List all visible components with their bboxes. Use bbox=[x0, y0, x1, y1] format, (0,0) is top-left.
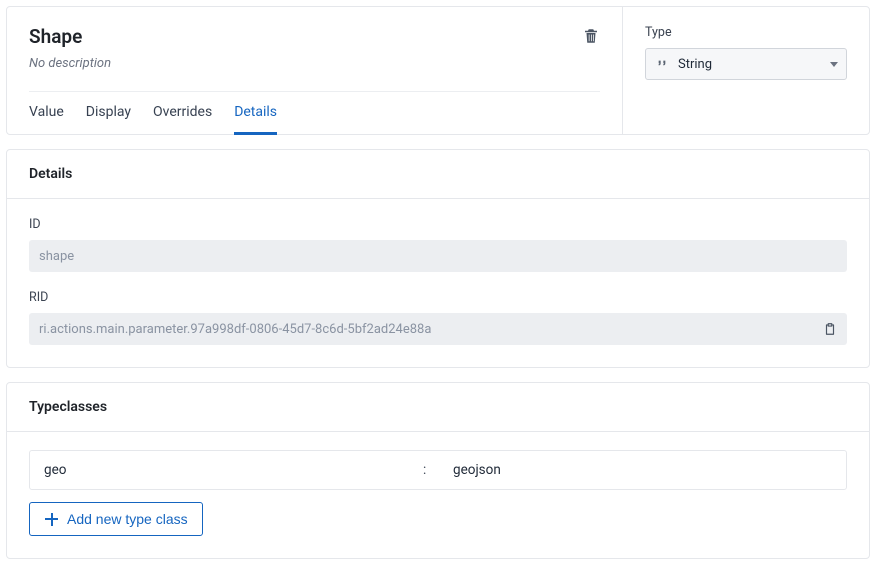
id-value-box: shape bbox=[29, 240, 847, 272]
type-select-value: String bbox=[678, 57, 830, 72]
id-label: ID bbox=[29, 217, 847, 232]
rid-field: RID ri.actions.main.parameter.97a998df-0… bbox=[29, 290, 847, 345]
tab-overrides[interactable]: Overrides bbox=[153, 92, 212, 135]
typeclass-value: geojson bbox=[453, 462, 832, 478]
add-typeclass-button[interactable]: Add new type class bbox=[29, 502, 203, 536]
tab-display[interactable]: Display bbox=[86, 92, 131, 135]
typeclass-row[interactable]: geo : geojson bbox=[29, 450, 847, 490]
rid-value-box: ri.actions.main.parameter.97a998df-0806-… bbox=[29, 313, 847, 345]
clipboard-icon[interactable] bbox=[823, 321, 837, 337]
plus-icon bbox=[44, 512, 59, 527]
type-select[interactable]: String bbox=[645, 48, 847, 80]
add-typeclass-label: Add new type class bbox=[67, 511, 188, 527]
rid-value: ri.actions.main.parameter.97a998df-0806-… bbox=[39, 322, 815, 337]
id-field: ID shape bbox=[29, 217, 847, 272]
parameter-description: No description bbox=[29, 56, 111, 71]
parameter-title: Shape bbox=[29, 25, 111, 48]
chevron-down-icon bbox=[830, 62, 838, 67]
tab-bar: Value Display Overrides Details bbox=[29, 91, 600, 134]
tab-value[interactable]: Value bbox=[29, 92, 64, 135]
string-icon bbox=[654, 56, 670, 72]
delete-icon[interactable] bbox=[582, 27, 600, 45]
id-value: shape bbox=[39, 249, 837, 264]
rid-label: RID bbox=[29, 290, 847, 305]
parameter-header-panel: Shape No description Value Display Overr… bbox=[6, 6, 870, 135]
typeclasses-heading: Typeclasses bbox=[7, 383, 869, 432]
tab-details[interactable]: Details bbox=[234, 92, 277, 135]
type-label: Type bbox=[645, 25, 847, 40]
details-panel: Details ID shape RID ri.actions.main.par… bbox=[6, 149, 870, 368]
details-heading: Details bbox=[7, 150, 869, 199]
typeclasses-panel: Typeclasses geo : geojson Add new type c… bbox=[6, 382, 870, 559]
typeclass-key: geo bbox=[44, 462, 423, 478]
typeclass-separator: : bbox=[423, 462, 453, 478]
